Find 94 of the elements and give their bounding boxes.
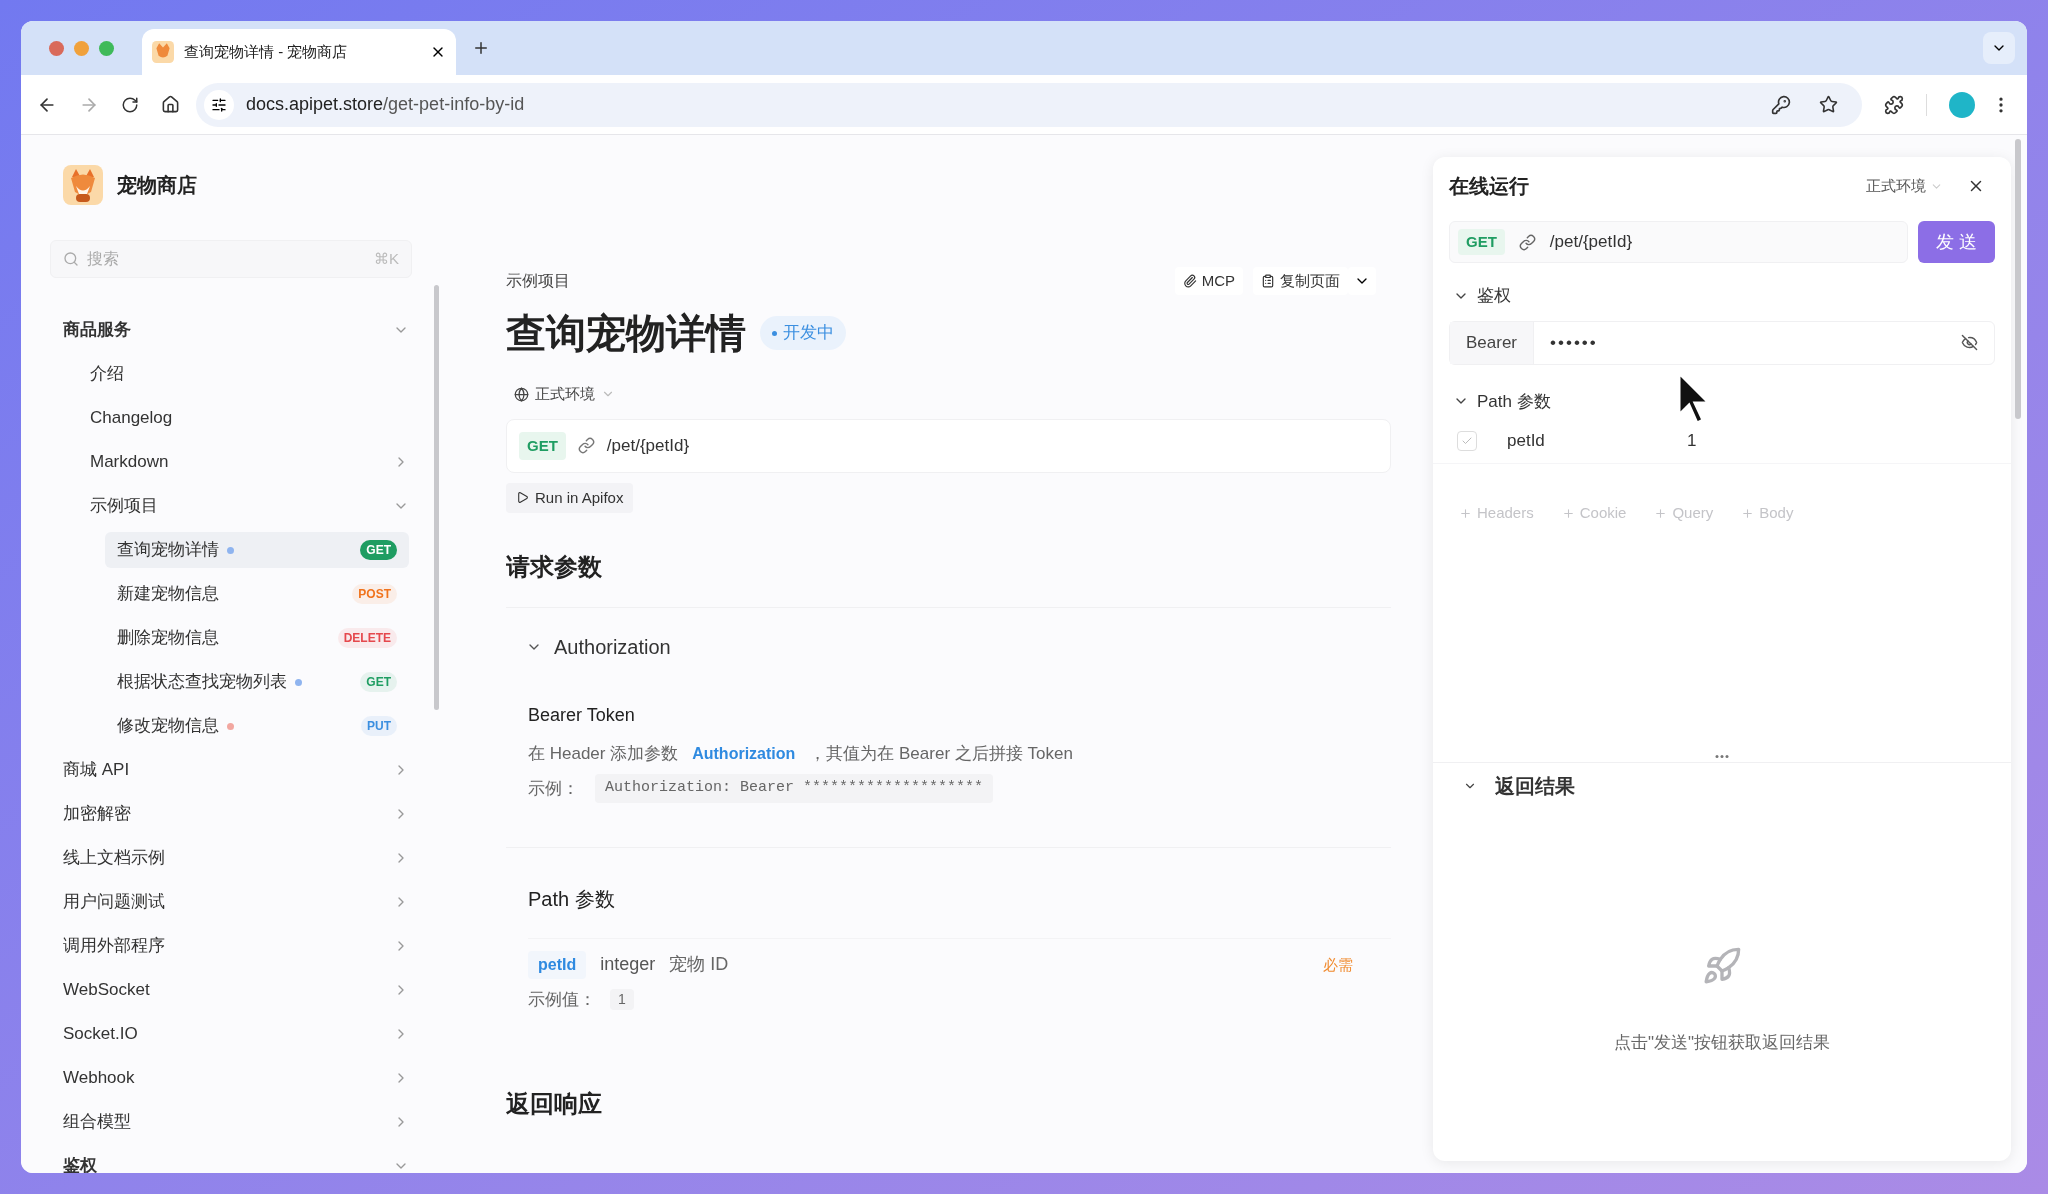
sidebar-item[interactable]: 调用外部程序 (63, 933, 393, 959)
example-code: Authorization: Bearer ******************** (595, 774, 994, 803)
section-heading[interactable]: 返回结果 (1495, 771, 1575, 801)
description-text: 在 Header 添加参数 (528, 742, 679, 765)
panel-title: 在线运行 (1449, 174, 1529, 199)
sidebar-item[interactable]: 介绍 (90, 361, 409, 387)
sidebar-item[interactable]: Socket.IO (63, 1021, 393, 1047)
url-field[interactable]: GET /pet/{petId} (1449, 221, 1908, 263)
key-icon[interactable] (1771, 94, 1791, 115)
sidebar-item[interactable]: 用户问题测试 (63, 889, 393, 915)
tab-search-button[interactable] (1983, 32, 2015, 64)
search-input[interactable]: 搜索 (87, 247, 366, 271)
description-text: ，其值为在 Bearer 之后拼接 Token (809, 742, 1073, 765)
home-icon[interactable] (161, 95, 180, 114)
clipboard-icon (1261, 274, 1275, 288)
sidebar-item[interactable]: Markdown (90, 449, 393, 475)
parameter-name: petId (528, 950, 587, 979)
send-button[interactable]: 发 送 (1918, 221, 1995, 263)
copy-page-button[interactable]: 复制页面 (1253, 267, 1348, 295)
link-icon (1518, 233, 1536, 251)
checkbox[interactable] (1457, 430, 1477, 451)
site-settings-icon[interactable] (211, 96, 227, 113)
breadcrumb: 示例项目 (506, 271, 570, 291)
empty-state-text: 点击"发送"按钮获取返回结果 (1613, 1032, 1831, 1055)
sidebar-item[interactable]: 示例项目 (90, 493, 393, 519)
plus-icon (1561, 506, 1575, 520)
section-heading: 请求参数 (506, 551, 603, 582)
method-badge: GET (360, 540, 397, 560)
globe-icon (514, 386, 529, 402)
environment-selector[interactable]: 正式环境 (1866, 174, 1943, 198)
method-badge: GET (1458, 228, 1505, 256)
address-bar[interactable]: docs.apipet.store/get-pet-info-by-id (196, 82, 1862, 127)
eye-off-icon[interactable] (1961, 334, 1978, 351)
method-badge: DELETE (337, 628, 397, 648)
extensions-icon[interactable] (1884, 94, 1904, 115)
browser-tab[interactable]: 查询宠物详情 - 宠物商店 (142, 29, 456, 75)
parameter-name: petId (1507, 429, 1546, 452)
example-value: 1 (610, 989, 634, 1010)
link-icon (577, 437, 595, 455)
resize-handle[interactable] (1715, 755, 1729, 758)
sidebar-item[interactable]: Changelog (90, 405, 409, 431)
plus-icon (1654, 506, 1668, 520)
method-badge: GET (360, 672, 397, 692)
run-button[interactable]: Run in Apifox (506, 482, 634, 513)
sidebar-item[interactable]: 商城 API (63, 757, 393, 783)
required-label: 必需 (1323, 954, 1353, 975)
sidebar-item[interactable]: WebSocket (63, 977, 393, 1003)
status-badge: 开发中 (760, 316, 846, 350)
paperclip-icon (1182, 274, 1197, 288)
sidebar-item[interactable]: 线上文档示例 (63, 845, 393, 871)
plus-icon (1459, 506, 1472, 520)
parameter-value[interactable]: 1 (1687, 427, 1697, 454)
plus-icon (1741, 506, 1755, 520)
sidebar-item[interactable]: 根据状态查找宠物列表 GET (105, 664, 409, 700)
section-heading[interactable]: 鉴权 (1477, 283, 1511, 309)
token-field[interactable]: Bearer •••••• (1449, 320, 1995, 365)
sidebar-item[interactable]: 商品服务 (63, 317, 393, 343)
sidebar-item[interactable]: 删除宠物信息 DELETE (105, 620, 409, 656)
new-tab-icon[interactable] (472, 39, 490, 57)
reload-icon[interactable] (121, 95, 139, 114)
section-heading[interactable]: Path 参数 (1477, 388, 1551, 414)
page-title: 查询宠物详情 (506, 310, 746, 357)
example-label: 示例： (528, 777, 579, 800)
sidebar-item[interactable]: 新建宠物信息 POST (105, 576, 409, 612)
method-badge: GET (519, 431, 566, 460)
avatar-icon[interactable] (1949, 91, 1975, 118)
sidebar-item[interactable]: 修改宠物信息 PUT (105, 708, 409, 744)
auth-type: Bearer (1450, 321, 1535, 364)
section-heading: Path 参数 (528, 886, 616, 912)
auth-type: Bearer Token (528, 703, 636, 727)
parameter-description: 宠物 ID (669, 953, 729, 977)
sidebar-item[interactable]: 组合模型 (63, 1109, 393, 1135)
method-badge: POST (352, 584, 397, 604)
method-badge: PUT (361, 716, 397, 736)
section-heading: 返回响应 (506, 1089, 603, 1120)
parameter-name: Authorization (691, 743, 797, 764)
endpoint-path: /pet/{petId} (606, 435, 690, 457)
site-name: 宠物商店 (117, 173, 197, 198)
fox-logo-icon (63, 165, 103, 205)
fox-favicon-icon (152, 41, 174, 63)
example-label: 示例值： (528, 988, 596, 1011)
sidebar-item[interactable]: 鉴权 (63, 1153, 393, 1173)
play-icon (516, 491, 529, 505)
environment-selector[interactable]: 正式环境 (514, 383, 615, 406)
auth-heading[interactable]: Authorization (554, 631, 671, 662)
star-icon[interactable] (1819, 95, 1838, 114)
mcp-button[interactable]: MCP (1174, 267, 1243, 295)
sidebar-item[interactable]: 加密解密 (63, 801, 393, 827)
sidebar-item[interactable]: 查询宠物详情 GET (105, 532, 409, 568)
shortcut-hint: ⌘K (374, 248, 399, 269)
search-icon (63, 251, 79, 267)
dropdown-button[interactable] (1348, 267, 1376, 295)
sidebar-item[interactable]: Webhook (63, 1065, 393, 1091)
parameter-type: integer (600, 953, 656, 977)
